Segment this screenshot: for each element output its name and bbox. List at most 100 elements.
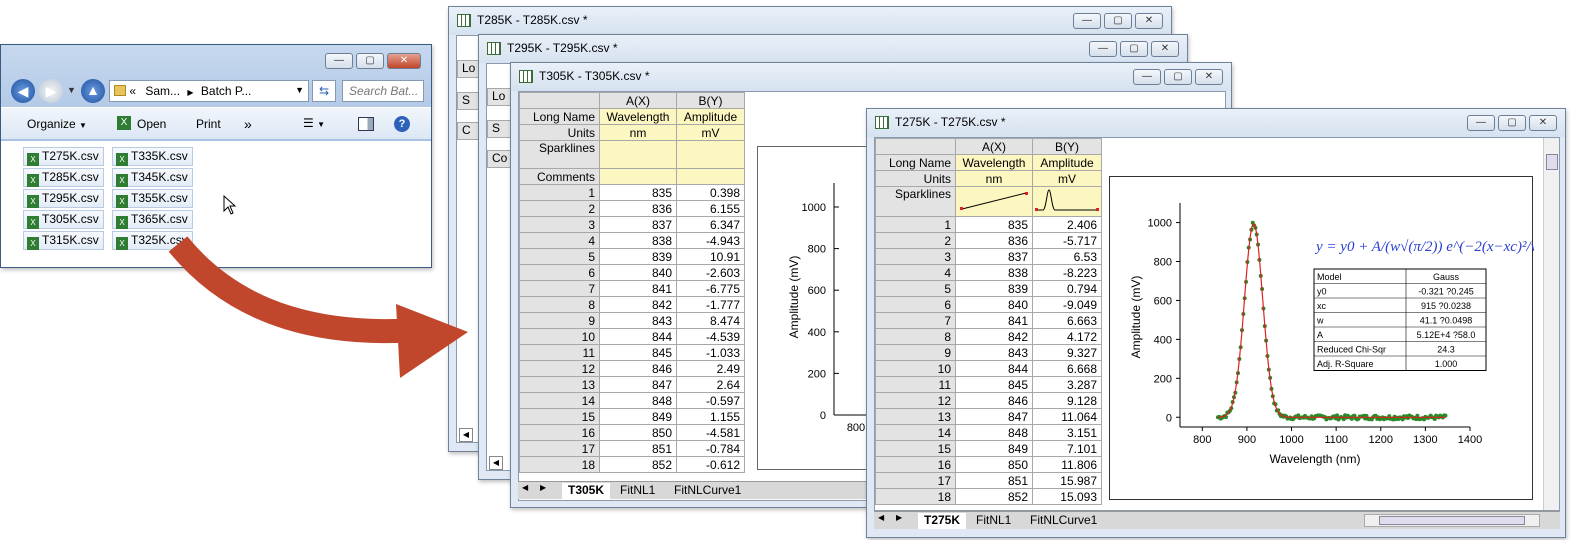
amplitude-cell[interactable]: 7.101: [1032, 440, 1102, 457]
preview-pane-icon[interactable]: [358, 117, 374, 131]
maximize-button[interactable]: ▢: [1498, 115, 1526, 131]
row-header-cell[interactable]: 1: [875, 216, 956, 233]
titlebar[interactable]: T305K - T305K.csv *: [511, 63, 1231, 91]
row-header-cell[interactable]: 3: [519, 216, 600, 233]
amplitude-cell[interactable]: 8.474: [676, 312, 745, 329]
wavelength-cell[interactable]: 842: [599, 296, 677, 313]
amplitude-cell[interactable]: 6.155: [676, 200, 745, 217]
amplitude-cell[interactable]: -1.033: [676, 344, 745, 361]
wavelength-cell[interactable]: 850: [599, 424, 677, 441]
row-header-cell[interactable]: 12: [519, 360, 600, 377]
row-header-cell[interactable]: 16: [875, 456, 956, 473]
minimize-button[interactable]: —: [1467, 115, 1495, 131]
address-bar[interactable]: « Sam... ▶ Batch P... ▼: [109, 80, 309, 102]
minimize-button[interactable]: —: [325, 53, 353, 69]
minimize-button[interactable]: —: [1073, 13, 1101, 29]
row-header-cell[interactable]: 14: [519, 392, 600, 409]
corner-cell[interactable]: [875, 138, 956, 155]
wavelength-cell[interactable]: 849: [599, 408, 677, 425]
row-header-cell[interactable]: 15: [519, 408, 600, 425]
maximize-button[interactable]: ▢: [1164, 69, 1192, 85]
close-button[interactable]: ✕: [1135, 13, 1163, 29]
search-field[interactable]: Search Bat...: [342, 80, 424, 102]
organize-button[interactable]: Organize ▼: [27, 117, 87, 131]
wavelength-cell[interactable]: 842: [955, 328, 1033, 345]
titlebar[interactable]: T275K - T275K.csv *: [867, 109, 1565, 137]
row-header-cell[interactable]: 4: [875, 264, 956, 281]
vertical-scrollbar[interactable]: [1543, 138, 1559, 510]
wavelength-cell[interactable]: 843: [955, 344, 1033, 361]
cell-a-comments[interactable]: [599, 168, 677, 185]
row-header-cell[interactable]: 8: [519, 296, 600, 313]
row-header-cell[interactable]: 7: [519, 280, 600, 297]
amplitude-cell[interactable]: -5.717: [1032, 232, 1102, 249]
row-header-cell[interactable]: 16: [519, 424, 600, 441]
amplitude-cell[interactable]: -1.777: [676, 296, 745, 313]
wavelength-cell[interactable]: 840: [599, 264, 677, 281]
scroll-thumb[interactable]: [1546, 154, 1558, 170]
amplitude-cell[interactable]: -4.943: [676, 232, 745, 249]
amplitude-cell[interactable]: -0.597: [676, 392, 745, 409]
titlebar[interactable]: T295K - T295K.csv *: [479, 35, 1187, 63]
cell-b-units[interactable]: mV: [1032, 170, 1102, 187]
wavelength-cell[interactable]: 836: [955, 232, 1033, 249]
minimize-button[interactable]: —: [1133, 69, 1161, 85]
row-header-cell[interactable]: 11: [875, 376, 956, 393]
row-header-cell[interactable]: 10: [519, 328, 600, 345]
amplitude-cell[interactable]: 3.151: [1032, 424, 1102, 441]
tab-fitnl1[interactable]: FitNL1: [970, 513, 1017, 529]
cell-a-long-name[interactable]: Wavelength: [599, 108, 677, 125]
sparkline-a[interactable]: [955, 186, 1033, 217]
view-options-icon[interactable]: ☰ ▼: [303, 116, 325, 130]
wavelength-cell[interactable]: 851: [955, 472, 1033, 489]
tab-fitnlcurve1[interactable]: FitNLCurve1: [1024, 513, 1103, 529]
cell-a-long-name[interactable]: Wavelength: [955, 154, 1033, 171]
tab-scroll-right-button[interactable]: ▶: [540, 483, 546, 492]
row-header-cell[interactable]: 18: [519, 456, 600, 473]
amplitude-cell[interactable]: -0.784: [676, 440, 745, 457]
row-header-cell[interactable]: 1: [519, 184, 600, 201]
print-button[interactable]: Print: [196, 117, 221, 131]
row-header-cell[interactable]: 9: [875, 344, 956, 361]
close-button[interactable]: ✕: [1151, 41, 1179, 57]
amplitude-cell[interactable]: 6.347: [676, 216, 745, 233]
close-button[interactable]: ✕: [387, 53, 421, 69]
cell-b-long-name[interactable]: Amplitude: [676, 108, 745, 125]
corner-cell[interactable]: [519, 92, 600, 109]
tab-fitnlcurve1[interactable]: FitNLCurve1: [668, 483, 747, 499]
amplitude-cell[interactable]: 11.806: [1032, 456, 1102, 473]
history-dropdown-icon[interactable]: ▼: [67, 85, 76, 95]
tab-t305k[interactable]: T305K: [562, 483, 611, 499]
tab-scroll-right-button[interactable]: ▶: [896, 513, 902, 522]
back-icon[interactable]: ◀: [11, 79, 35, 103]
wavelength-cell[interactable]: 849: [955, 440, 1033, 457]
amplitude-cell[interactable]: 2.64: [676, 376, 745, 393]
maximize-button[interactable]: ▢: [356, 53, 384, 69]
wavelength-cell[interactable]: 846: [599, 360, 677, 377]
amplitude-cell[interactable]: -2.603: [676, 264, 745, 281]
cell-a-units[interactable]: nm: [955, 170, 1033, 187]
file-item[interactable]: X T295K.csv: [23, 189, 104, 208]
wavelength-cell[interactable]: 845: [599, 344, 677, 361]
row-header-cell[interactable]: 11: [519, 344, 600, 361]
amplitude-cell[interactable]: 3.287: [1032, 376, 1102, 393]
close-button[interactable]: ✕: [1195, 69, 1223, 85]
amplitude-cell[interactable]: -9.049: [1032, 296, 1102, 313]
row-header-cell[interactable]: 5: [519, 248, 600, 265]
row-header-cell[interactable]: 13: [519, 376, 600, 393]
wavelength-cell[interactable]: 845: [955, 376, 1033, 393]
wavelength-cell[interactable]: 835: [955, 216, 1033, 233]
minimize-button[interactable]: —: [1089, 41, 1117, 57]
wavelength-cell[interactable]: 844: [599, 328, 677, 345]
file-item[interactable]: X T285K.csv: [23, 168, 104, 187]
row-header-cell[interactable]: 2: [519, 200, 600, 217]
address-part[interactable]: Batch P...: [201, 84, 251, 98]
titlebar[interactable]: T285K - T285K.csv *: [449, 7, 1171, 35]
amplitude-cell[interactable]: -6.775: [676, 280, 745, 297]
column-header-a[interactable]: A(X): [599, 92, 677, 109]
row-header-cell[interactable]: 9: [519, 312, 600, 329]
amplitude-cell[interactable]: 0.398: [676, 184, 745, 201]
row-header-cell[interactable]: 3: [875, 248, 956, 265]
wavelength-cell[interactable]: 835: [599, 184, 677, 201]
row-header-cell[interactable]: 14: [875, 424, 956, 441]
